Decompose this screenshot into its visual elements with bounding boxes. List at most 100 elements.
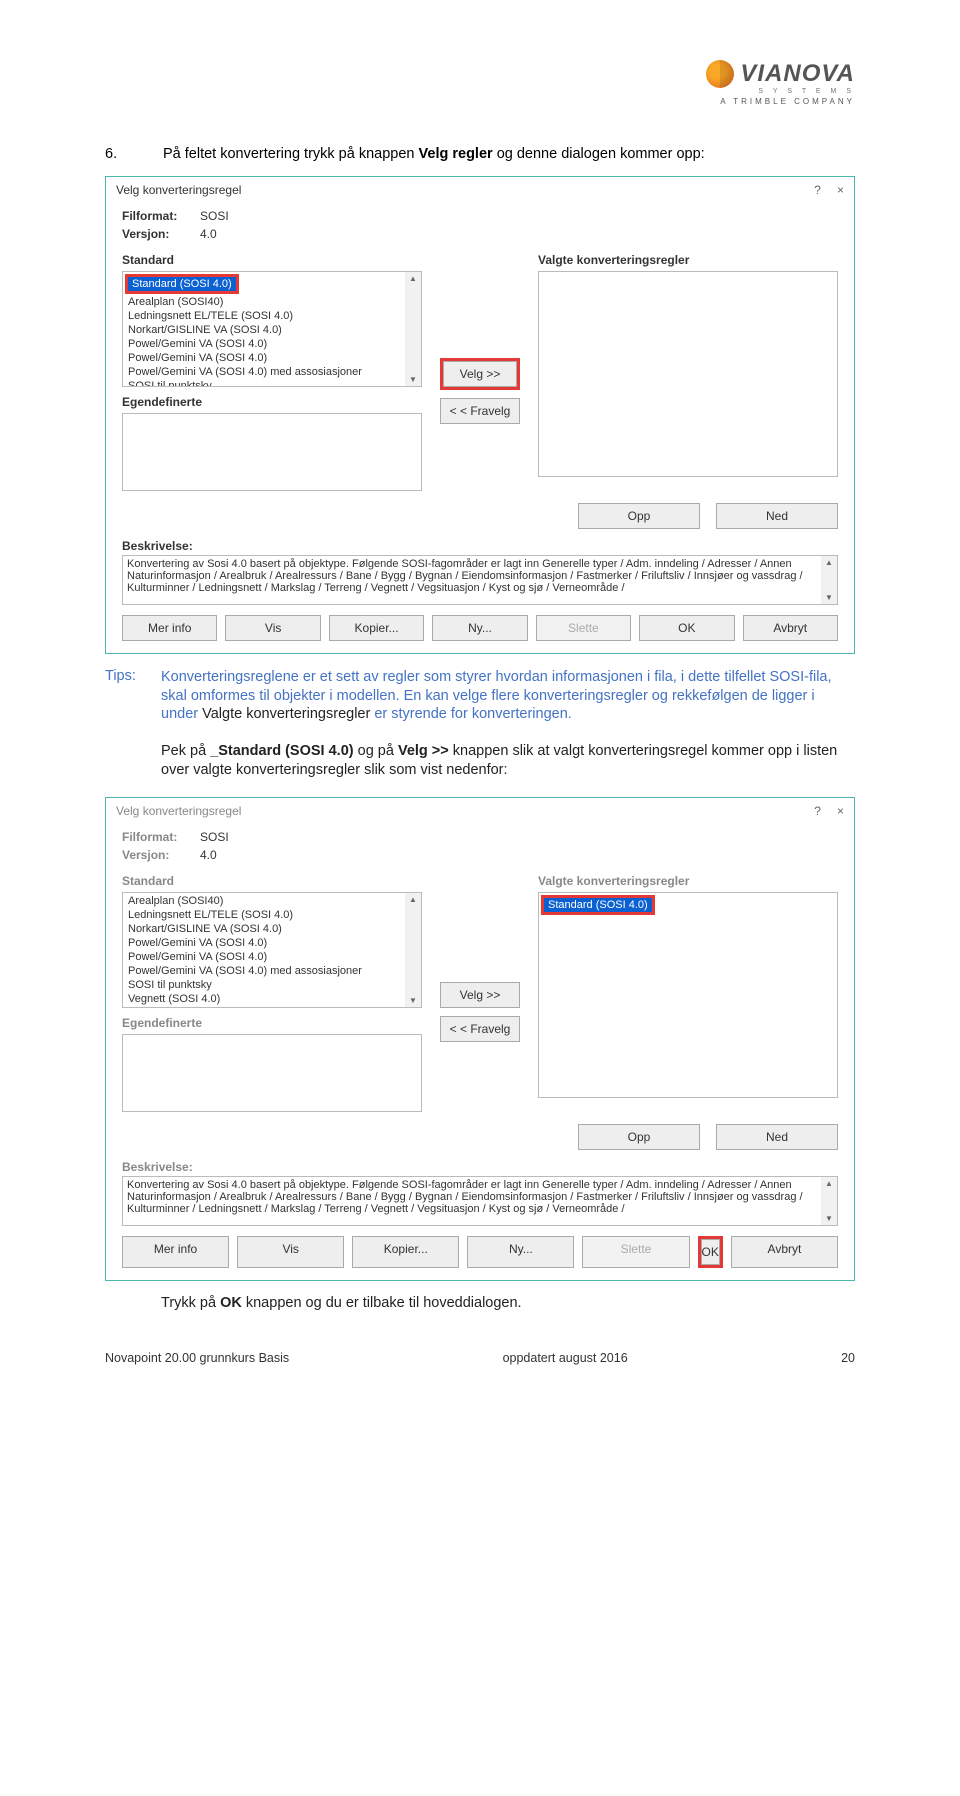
list-item[interactable]: SOSI til punktsky [124, 379, 420, 387]
valgte-heading: Valgte konverteringsregler [538, 874, 838, 888]
step-number: 6. [105, 146, 123, 162]
dialog-velg-konverteringsregel-2: Velg konverteringsregel ? × Filformat:SO… [105, 797, 855, 1281]
merinfo-button[interactable]: Mer info [122, 1236, 229, 1268]
vis-button[interactable]: Vis [225, 615, 320, 641]
egendefinerte-heading: Egendefinerte [122, 1016, 422, 1030]
scrollbar[interactable]: ▲▼ [405, 272, 421, 386]
brand-name: VIANOVA [740, 60, 855, 88]
list-item[interactable]: Vegnett (SOSI 4.0) [124, 992, 420, 1006]
velg-button[interactable]: Velg >> [443, 361, 517, 387]
slette-button: Slette [582, 1236, 689, 1268]
opp-button[interactable]: Opp [578, 1124, 700, 1150]
list-item[interactable]: Powel/Gemini VA (SOSI 4.0) med assosiasj… [124, 365, 420, 379]
list-item[interactable]: Standard (SOSI 4.0) [128, 277, 236, 291]
closing-instruction: Trykk på OK knappen og du er tilbake til… [161, 1295, 855, 1311]
filformat-value: SOSI [200, 209, 229, 223]
kopier-button[interactable]: Kopier... [352, 1236, 459, 1268]
filformat-label: Filformat: [122, 209, 192, 223]
beskrivelse-heading: Beskrivelse: [122, 1160, 838, 1174]
list-item[interactable]: Standard (SOSI 4.0) [544, 898, 652, 912]
merinfo-button[interactable]: Mer info [122, 615, 217, 641]
close-icon[interactable]: × [837, 183, 844, 197]
scroll-down-icon: ▼ [823, 591, 835, 604]
standard-heading: Standard [122, 253, 422, 267]
beskrivelse-heading: Beskrivelse: [122, 539, 838, 553]
fravelg-button[interactable]: < < Fravelg [440, 1016, 520, 1042]
versjon-label: Versjon: [122, 848, 192, 862]
footer-right: 20 [841, 1351, 855, 1365]
beskrivelse-text: Konvertering av Sosi 4.0 basert på objek… [122, 555, 838, 605]
avbryt-button[interactable]: Avbryt [731, 1236, 838, 1268]
page-footer: Novapoint 20.00 grunnkurs Basis oppdater… [105, 1351, 855, 1365]
scrollbar[interactable]: ▲▼ [405, 893, 421, 1007]
versjon-value: 4.0 [200, 227, 217, 241]
tips-text: Konverteringsreglene er et sett av regle… [161, 668, 855, 779]
egendefinerte-listbox[interactable] [122, 413, 422, 491]
dialog-velg-konverteringsregel-1: Velg konverteringsregel ? × Filformat: SO… [105, 176, 855, 654]
ny-button[interactable]: Ny... [467, 1236, 574, 1268]
brand-tagline: A TRIMBLE COMPANY [706, 97, 855, 106]
list-item[interactable]: Powel/Gemini VA (SOSI 4.0) [124, 936, 420, 950]
page-header: VIANOVA S Y S T E M S A TRIMBLE COMPANY [105, 60, 855, 106]
valgte-listbox[interactable]: Standard (SOSI 4.0) [538, 892, 838, 1098]
scroll-up-icon: ▲ [407, 893, 419, 906]
brand-logo: VIANOVA S Y S T E M S A TRIMBLE COMPANY [706, 60, 855, 106]
scroll-up-icon: ▲ [407, 272, 419, 285]
filformat-value: SOSI [200, 830, 229, 844]
scroll-up-icon: ▲ [823, 1177, 835, 1190]
slette-button: Slette [536, 615, 631, 641]
valgte-listbox[interactable] [538, 271, 838, 477]
scroll-down-icon: ▼ [407, 994, 419, 1007]
velg-button[interactable]: Velg >> [440, 982, 520, 1008]
dialog-title: Velg konverteringsregel [116, 183, 241, 197]
list-item[interactable]: SOSI til punktsky [124, 978, 420, 992]
ok-button[interactable]: OK [639, 615, 734, 641]
footer-mid: oppdatert august 2016 [503, 1351, 628, 1365]
list-item[interactable]: Norkart/GISLINE VA (SOSI 4.0) [124, 323, 420, 337]
valgte-heading: Valgte konverteringsregler [538, 253, 838, 267]
step-text: På feltet konvertering trykk på knappen … [163, 146, 705, 162]
vianova-icon [706, 60, 734, 88]
list-item[interactable]: Powel/Gemini VA (SOSI 4.0) [124, 950, 420, 964]
scroll-down-icon: ▼ [823, 1212, 835, 1225]
list-item[interactable]: Ledningsnett EL/TELE (SOSI 4.0) [124, 908, 420, 922]
scroll-up-icon: ▲ [823, 556, 835, 569]
list-item[interactable]: Powel/Gemini VA (SOSI 4.0) med assosiasj… [124, 964, 420, 978]
scrollbar[interactable]: ▲▼ [821, 556, 837, 604]
ok-button[interactable]: OK [701, 1239, 720, 1265]
egendefinerte-heading: Egendefinerte [122, 395, 422, 409]
ny-button[interactable]: Ny... [432, 615, 527, 641]
dialog-titlebar: Velg konverteringsregel ? × [106, 798, 854, 824]
tips-label: Tips: [105, 668, 139, 779]
close-icon[interactable]: × [837, 804, 844, 818]
tips-block-1: Tips: Konverteringsreglene er et sett av… [105, 668, 855, 779]
list-item[interactable]: Ledningsnett EL/TELE (SOSI 4.0) [124, 309, 420, 323]
vis-button[interactable]: Vis [237, 1236, 344, 1268]
list-item[interactable]: Norkart/GISLINE VA (SOSI 4.0) [124, 922, 420, 936]
standard-heading: Standard [122, 874, 422, 888]
step-6: 6. På feltet konvertering trykk på knapp… [105, 146, 855, 162]
list-item[interactable]: Powel/Gemini VA (SOSI 4.0) [124, 351, 420, 365]
ned-button[interactable]: Ned [716, 503, 838, 529]
standard-listbox[interactable]: Arealplan (SOSI40) Ledningsnett EL/TELE … [122, 892, 422, 1008]
ned-button[interactable]: Ned [716, 1124, 838, 1150]
avbryt-button[interactable]: Avbryt [743, 615, 838, 641]
beskrivelse-text: Konvertering av Sosi 4.0 basert på objek… [122, 1176, 838, 1226]
help-icon[interactable]: ? [814, 804, 821, 818]
scrollbar[interactable]: ▲▼ [821, 1177, 837, 1225]
help-icon[interactable]: ? [814, 183, 821, 197]
list-item[interactable]: Powel/Gemini VA (SOSI 4.0) [124, 337, 420, 351]
versjon-value: 4.0 [200, 848, 217, 862]
opp-button[interactable]: Opp [578, 503, 700, 529]
egendefinerte-listbox[interactable] [122, 1034, 422, 1112]
fravelg-button[interactable]: < < Fravelg [440, 398, 520, 424]
list-item[interactable]: Arealplan (SOSI40) [124, 295, 420, 309]
versjon-label: Versjon: [122, 227, 192, 241]
list-item[interactable]: Arealplan (SOSI40) [124, 894, 420, 908]
brand-systems: S Y S T E M S [706, 88, 855, 95]
footer-left: Novapoint 20.00 grunnkurs Basis [105, 1351, 289, 1365]
standard-listbox[interactable]: Standard (SOSI 4.0) Arealplan (SOSI40) L… [122, 271, 422, 387]
kopier-button[interactable]: Kopier... [329, 615, 424, 641]
dialog-title: Velg konverteringsregel [116, 804, 241, 818]
scroll-down-icon: ▼ [407, 373, 419, 386]
